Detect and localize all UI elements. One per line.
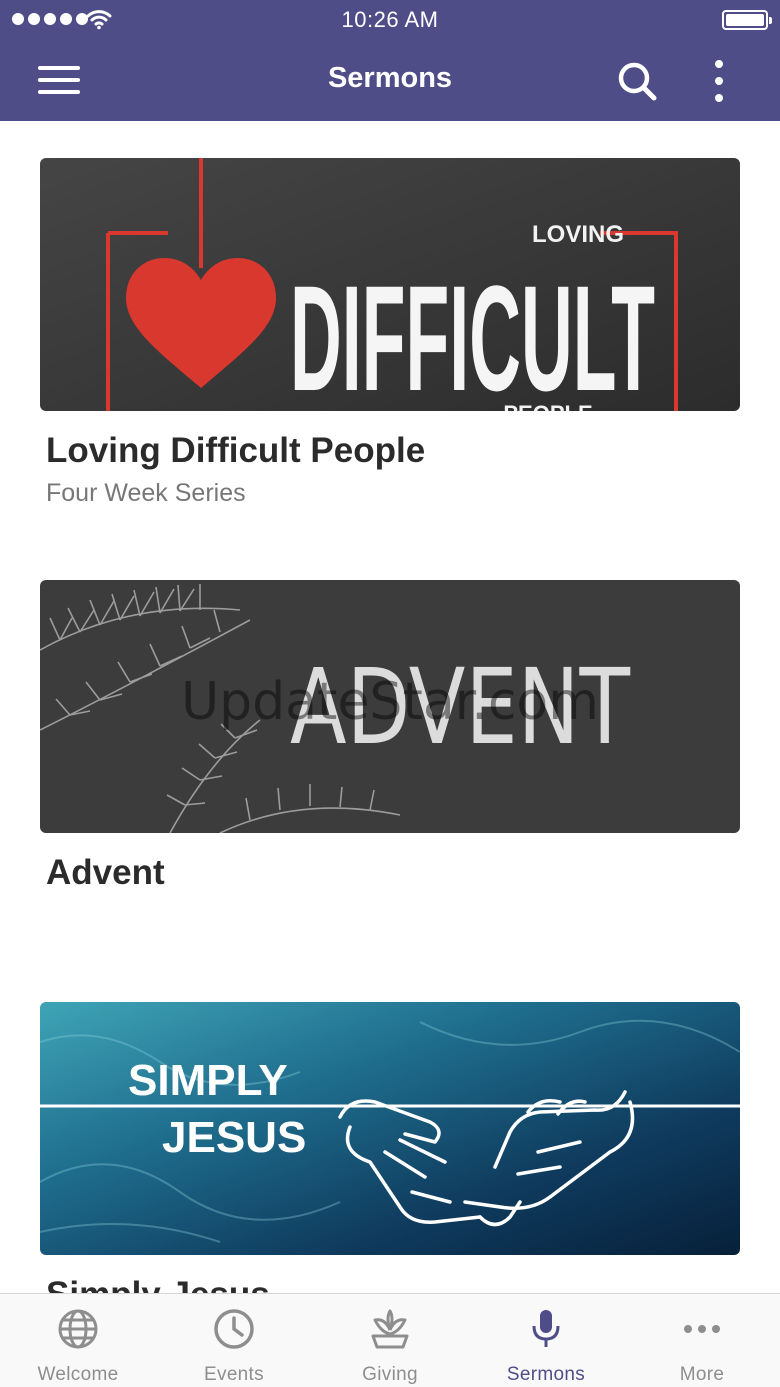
artwork-text-line2: JESUS — [162, 1113, 306, 1162]
globe-icon — [58, 1309, 98, 1349]
sermon-card[interactable]: ADVENT Advent — [40, 580, 740, 893]
sermon-card[interactable]: SIMPLY JESUS Simply Jesus — [40, 1002, 740, 1293]
sermon-title[interactable]: Simply Jesus — [46, 1275, 740, 1293]
artwork-text-line1: SIMPLY — [128, 1056, 288, 1105]
artwork-text-big: DIFFICULT — [290, 254, 655, 411]
tab-sermons[interactable]: Sermons — [468, 1294, 624, 1387]
artwork-text-top: LOVING — [532, 221, 624, 248]
tab-label: Welcome — [37, 1364, 119, 1385]
sermon-list: LOVING DIFFICULT PEOPLE Loving Difficult… — [0, 121, 780, 1293]
nav-bar: Sermons — [0, 40, 780, 121]
sermon-artwork-loving-difficult[interactable]: LOVING DIFFICULT PEOPLE — [40, 158, 740, 411]
sermon-artwork-advent[interactable]: ADVENT — [40, 580, 740, 833]
tab-more[interactable]: More — [624, 1294, 780, 1387]
tab-giving[interactable]: Giving — [312, 1294, 468, 1387]
tab-events[interactable]: Events — [156, 1294, 312, 1387]
status-bar: 10:26 AM — [0, 0, 780, 40]
artwork-text-bottom: PEOPLE — [503, 401, 592, 411]
tab-label: Sermons — [506, 1364, 586, 1385]
sermon-title[interactable]: Loving Difficult People — [46, 431, 740, 471]
tab-label: More — [679, 1364, 725, 1385]
tab-welcome[interactable]: Welcome — [0, 1294, 156, 1387]
microphone-icon — [532, 1310, 560, 1347]
battery-icon — [722, 10, 772, 30]
search-icon[interactable] — [614, 58, 660, 104]
giving-plant-icon — [371, 1309, 409, 1349]
tab-label: Giving — [362, 1364, 418, 1385]
sermon-title[interactable]: Advent — [46, 853, 740, 893]
sermon-subtitle: Four Week Series — [46, 479, 246, 507]
status-time: 10:26 AM — [341, 7, 439, 32]
horizontal-ellipsis-icon — [684, 1325, 720, 1333]
artwork-text-big: ADVENT — [290, 646, 630, 768]
sermon-artwork-simply-jesus[interactable]: SIMPLY JESUS — [40, 1002, 740, 1255]
tab-label: Events — [204, 1364, 264, 1385]
page-title: Sermons — [327, 62, 453, 94]
tab-bar: Welcome Events Giving Sermons More — [0, 1293, 780, 1387]
sermon-card[interactable]: LOVING DIFFICULT PEOPLE Loving Difficult… — [40, 158, 740, 508]
clock-icon — [214, 1309, 254, 1349]
vertical-ellipsis-icon[interactable] — [700, 56, 740, 106]
